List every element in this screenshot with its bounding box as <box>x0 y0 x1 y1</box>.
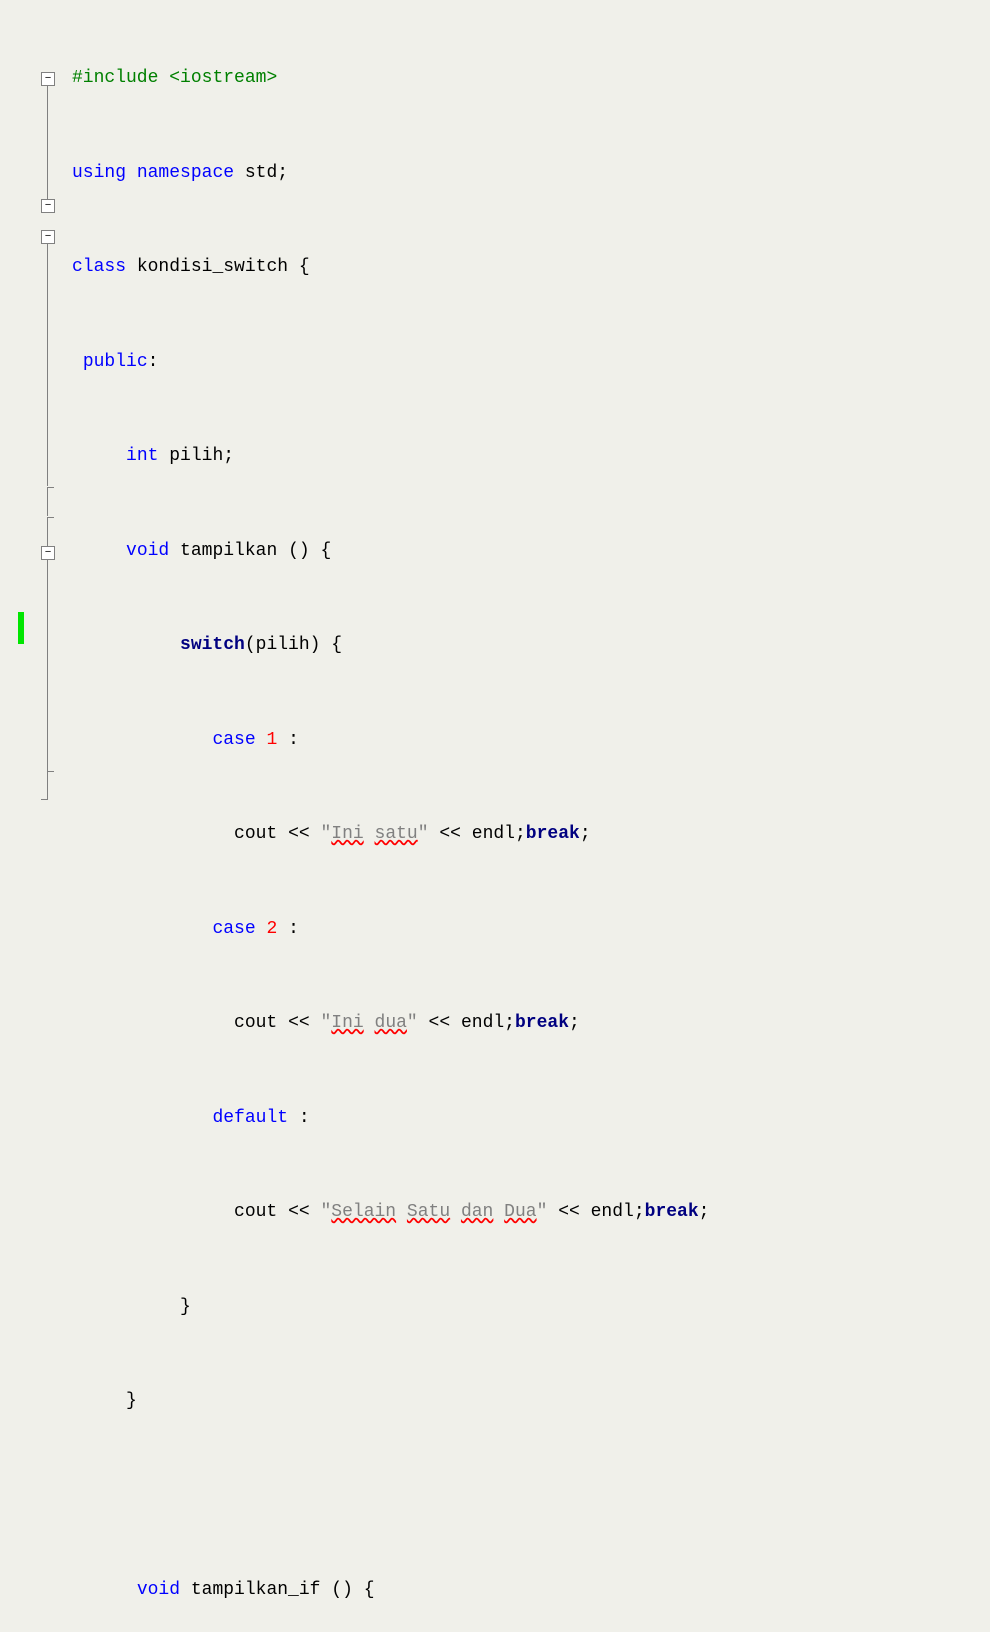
code-line: case 1 : <box>72 725 990 757</box>
code-line: #include <iostream> <box>72 63 990 95</box>
code-line: class kondisi_switch { <box>72 252 990 284</box>
code-editor[interactable]: − − − − #include <iostream> using namesp… <box>0 0 990 1632</box>
code-line: } <box>72 1292 990 1324</box>
fold-toggle-class[interactable]: − <box>41 72 55 86</box>
gutter: − − − − <box>0 0 72 1632</box>
code-line: switch(pilih) { <box>72 630 990 662</box>
code-line: case 2 : <box>72 914 990 946</box>
fold-toggle-fn2[interactable]: − <box>41 546 55 560</box>
code-line: default : <box>72 1103 990 1135</box>
code-line: public: <box>72 347 990 379</box>
code-line: using namespace std; <box>72 158 990 190</box>
code-area[interactable]: #include <iostream> using namespace std;… <box>72 0 990 1632</box>
change-bar <box>18 612 24 644</box>
code-line: void tampilkan_if () { <box>72 1575 990 1607</box>
code-line <box>72 1481 990 1513</box>
code-line: int pilih; <box>72 441 990 473</box>
code-line: cout << "Ini dua" << endl;break; <box>72 1008 990 1040</box>
fold-toggle-switch[interactable]: − <box>41 230 55 244</box>
code-line: } <box>72 1386 990 1418</box>
code-line: void tampilkan () { <box>72 536 990 568</box>
code-line: cout << "Selain Satu dan Dua" << endl;br… <box>72 1197 990 1229</box>
fold-toggle-fn1[interactable]: − <box>41 199 55 213</box>
code-line: cout << "Ini satu" << endl;break; <box>72 819 990 851</box>
